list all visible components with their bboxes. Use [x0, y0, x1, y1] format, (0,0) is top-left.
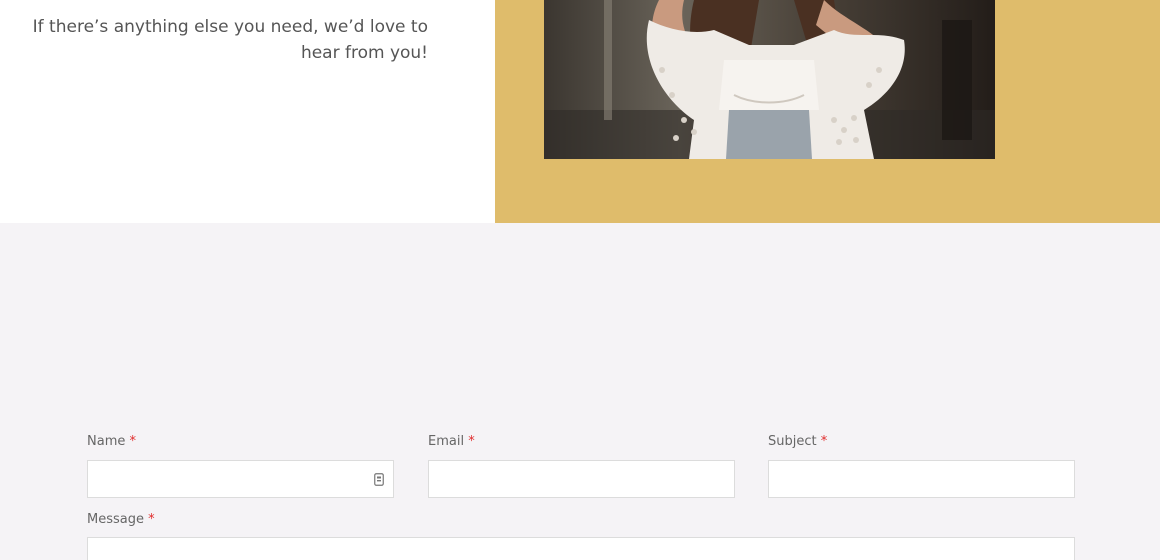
name-label-text: Name — [87, 434, 126, 449]
intro-line-1: If there’s anything else you need, we’d … — [32, 17, 428, 37]
email-label: Email * — [428, 434, 475, 449]
intro-section: If there’s anything else you need, we’d … — [0, 0, 1160, 223]
accent-panel — [495, 0, 1160, 223]
email-label-text: Email — [428, 434, 465, 449]
message-label-text: Message — [87, 512, 144, 527]
contact-form: Name * Email * Subject * Message * — [0, 223, 1160, 560]
intro-line-2: hear from you! — [300, 43, 428, 63]
message-label: Message * — [87, 512, 155, 527]
name-required-marker: * — [129, 434, 137, 449]
intro-text: If there’s anything else you need, we’d … — [20, 14, 428, 66]
message-textarea[interactable] — [87, 537, 1075, 560]
hero-photo-illustration — [544, 0, 995, 159]
subject-label: Subject * — [768, 434, 827, 449]
subject-required-marker: * — [820, 434, 828, 449]
subject-input[interactable] — [768, 460, 1075, 498]
hero-photo — [544, 0, 995, 159]
name-label: Name * — [87, 434, 136, 449]
email-required-marker: * — [468, 434, 475, 449]
email-input[interactable] — [428, 460, 735, 498]
message-required-marker: * — [148, 512, 155, 527]
subject-label-text: Subject — [768, 434, 817, 449]
autofill-contact-icon[interactable] — [374, 473, 384, 486]
name-input[interactable] — [87, 460, 394, 498]
